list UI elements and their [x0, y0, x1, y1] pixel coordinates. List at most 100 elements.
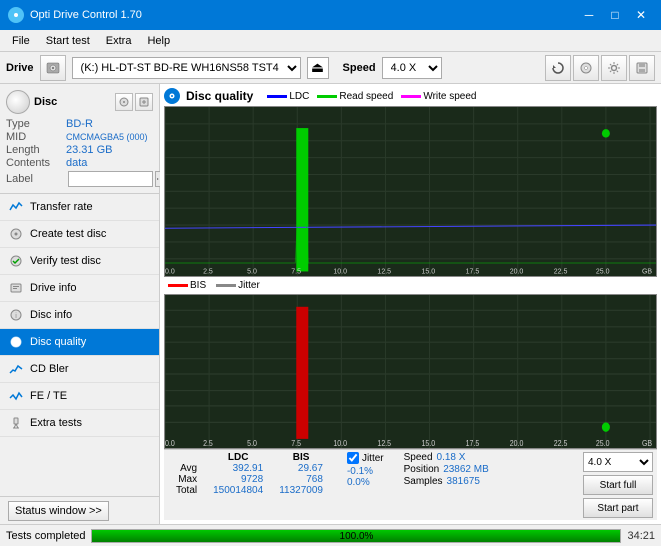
title-bar: Opti Drive Control 1.70 ─ □ ✕ [0, 0, 661, 30]
save-button[interactable] [629, 55, 655, 81]
settings-button[interactable] [601, 55, 627, 81]
stats-total-label: Total [168, 485, 205, 496]
mid-value: CMCMAGBA5 (000) [66, 132, 148, 142]
svg-text:5.0: 5.0 [247, 266, 257, 275]
svg-text:2.5: 2.5 [203, 438, 213, 448]
menu-extra[interactable]: Extra [98, 33, 140, 49]
stats-max-bis: 768 [271, 474, 331, 485]
svg-text:15.0: 15.0 [422, 266, 436, 275]
svg-text:12.5: 12.5 [377, 438, 391, 448]
maximize-button[interactable]: □ [603, 5, 627, 25]
jitter-max-value: 0.0% [347, 477, 370, 488]
nav-extra-tests[interactable]: Extra tests [0, 410, 159, 437]
menu-file[interactable]: File [4, 33, 38, 49]
svg-text:7.5: 7.5 [291, 438, 301, 448]
speed-info: Speed 0.18 X Position 23862 MB Samples 3… [404, 452, 489, 487]
stats-table: LDC BIS Avg 392.91 29.67 Max 9728 768 [168, 452, 331, 496]
refresh-button[interactable] [545, 55, 571, 81]
svg-text:15.0: 15.0 [422, 438, 436, 448]
disc-button[interactable] [573, 55, 599, 81]
jitter-avg-value: -0.1% [347, 466, 373, 477]
disc-panel-icon1[interactable] [115, 93, 133, 111]
nav-fe-te[interactable]: FE / TE [0, 383, 159, 410]
contents-field: Contents [6, 157, 66, 169]
disc-rows: Type BD-R MID CMCMAGBA5 (000) Length 23.… [6, 118, 153, 187]
nav-cd-bler[interactable]: CD Bler [0, 356, 159, 383]
legend-write-speed-color [401, 95, 421, 98]
label-row: Label ⋯ [6, 171, 153, 187]
samples-row: Samples 381675 [404, 476, 489, 487]
eject-button[interactable]: ⏏ [307, 57, 329, 79]
drive-select[interactable]: (K:) HL-DT-ST BD-RE WH16NS58 TST4 [72, 57, 301, 79]
stats-bis-header: BIS [271, 452, 331, 463]
menu-help[interactable]: Help [139, 33, 178, 49]
svg-text:20.0: 20.0 [510, 438, 524, 448]
start-part-button[interactable]: Start part [583, 498, 653, 518]
jitter-header-row: Jitter [347, 452, 384, 464]
type-field: Type [6, 118, 66, 130]
nav-disc-info-label: Disc info [30, 309, 72, 321]
legend-write-speed-label: Write speed [423, 91, 476, 102]
legend-ldc-label: LDC [289, 91, 309, 102]
app-title: Opti Drive Control 1.70 [30, 9, 142, 21]
nav-disc-quality-label: Disc quality [30, 336, 86, 348]
legend-read-speed-color [317, 95, 337, 98]
extra-tests-icon [8, 415, 24, 431]
nav-transfer-rate-label: Transfer rate [30, 201, 93, 213]
disc-length-row: Length 23.31 GB [6, 144, 153, 156]
contents-value: data [66, 157, 87, 169]
bottom-chart: 800 700 600 500 400 300 200 100 10% 8% 6… [164, 294, 657, 449]
label-input[interactable] [68, 171, 153, 187]
speed-dropdown-select[interactable]: 4.0 X [583, 452, 653, 472]
status-window-button[interactable]: Status window >> [8, 501, 109, 521]
disc-quality-icon [8, 334, 24, 350]
drive-info-icon [8, 280, 24, 296]
disc-quality-title: Disc quality [186, 89, 253, 103]
stats-max-row: Max 9728 768 [168, 474, 331, 485]
cd-bler-icon [8, 361, 24, 377]
legend-read-speed: Read speed [317, 91, 393, 102]
disc-quality-icon-main [164, 88, 180, 104]
legend-bottom: BIS Jitter [164, 279, 657, 292]
legend-bis-color [168, 284, 188, 287]
speed-label-text: Speed [404, 452, 433, 463]
nav-drive-info[interactable]: Drive info [0, 275, 159, 302]
start-full-button[interactable]: Start full [583, 475, 653, 495]
nav-verify-test-disc[interactable]: Verify test disc [0, 248, 159, 275]
disc-panel-title: Disc [34, 96, 57, 108]
menu-start-test[interactable]: Start test [38, 33, 98, 49]
stats-ldc-header: LDC [205, 452, 271, 463]
title-bar-left: Opti Drive Control 1.70 [8, 7, 142, 23]
progress-bar-container: 100.0% [91, 529, 621, 543]
svg-text:12.5: 12.5 [377, 266, 391, 275]
legend-jitter-label: Jitter [238, 280, 260, 291]
svg-text:5.0: 5.0 [247, 438, 257, 448]
status-text: Tests completed [6, 530, 85, 542]
jitter-max-row: 0.0% [347, 477, 384, 488]
menu-bar: File Start test Extra Help [0, 30, 661, 52]
jitter-checkbox[interactable] [347, 452, 359, 464]
type-value: BD-R [66, 118, 93, 130]
disc-info-icon: i [8, 307, 24, 323]
nav-disc-quality[interactable]: Disc quality [0, 329, 159, 356]
jitter-section: Jitter -0.1% 0.0% [347, 452, 384, 488]
jitter-avg-row: -0.1% [347, 466, 384, 477]
minimize-button[interactable]: ─ [577, 5, 601, 25]
stats-max-label: Max [168, 474, 205, 485]
svg-text:2.5: 2.5 [203, 266, 213, 275]
disc-panel: Disc [0, 84, 159, 194]
action-buttons: 4.0 X Start full Start part [583, 452, 653, 518]
speed-select[interactable]: 4.0 X [382, 57, 442, 79]
close-button[interactable]: ✕ [629, 5, 653, 25]
status-time: 34:21 [627, 530, 655, 542]
disc-quality-header: Disc quality LDC Read speed Write speed [164, 88, 657, 104]
svg-text:10.0: 10.0 [333, 438, 347, 448]
disc-panel-icon2[interactable] [135, 93, 153, 111]
position-row: Position 23862 MB [404, 464, 489, 475]
nav-transfer-rate[interactable]: Transfer rate [0, 194, 159, 221]
svg-text:25.0: 25.0 [596, 438, 610, 448]
nav-create-test-disc[interactable]: Create test disc [0, 221, 159, 248]
progress-text: 100.0% [92, 530, 620, 544]
svg-text:0.0: 0.0 [165, 438, 175, 448]
nav-disc-info[interactable]: i Disc info [0, 302, 159, 329]
